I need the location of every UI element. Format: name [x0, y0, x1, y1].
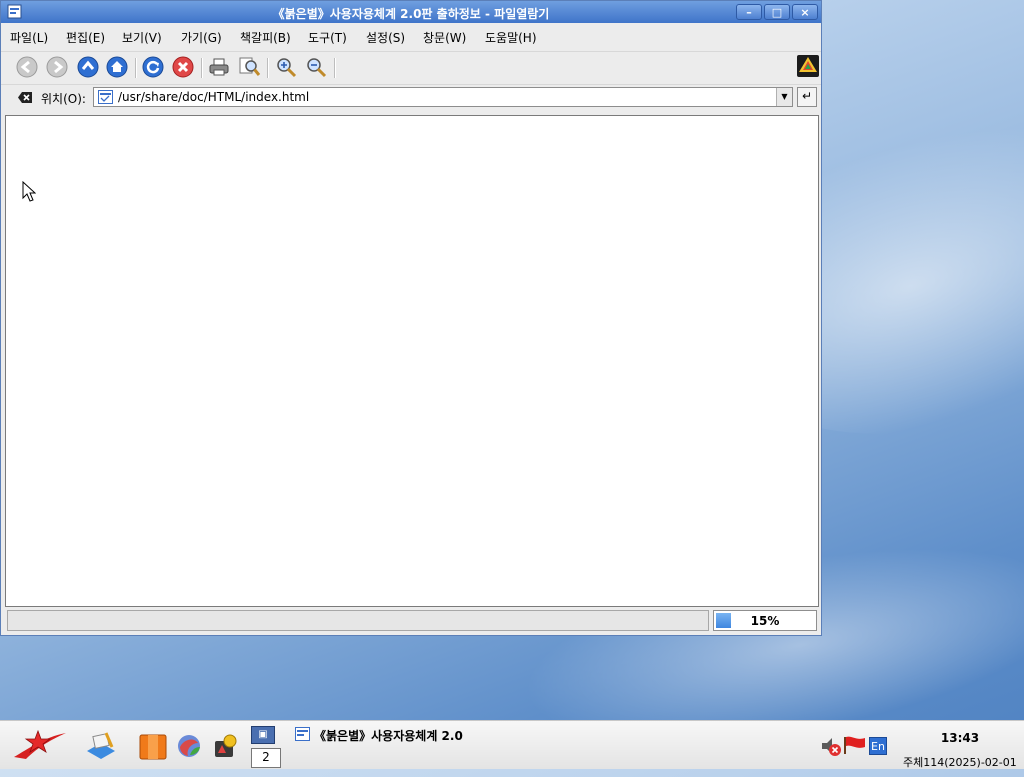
minimize-button[interactable]: – — [736, 4, 762, 20]
toolbar-separator — [135, 58, 137, 78]
back-button[interactable] — [15, 55, 41, 81]
back-icon — [16, 56, 38, 78]
reload-button[interactable] — [141, 55, 167, 81]
location-bar: 위치(O): /usr/share/doc/HTML/index.html ▼ … — [1, 85, 821, 111]
window-title: 《붉은별》사용자용체계 2.0판 출하정보 - 파일열람기 — [272, 7, 550, 21]
location-dropdown-button[interactable]: ▼ — [776, 88, 792, 106]
flag-tray-button[interactable] — [843, 735, 867, 755]
app-logo-icon — [799, 57, 817, 72]
menu-view[interactable]: 보기(V) — [122, 29, 162, 46]
reload-icon — [142, 56, 164, 78]
zoom-in-button[interactable] — [274, 55, 300, 81]
up-button[interactable] — [76, 55, 102, 81]
media-player-icon — [215, 734, 237, 757]
stop-icon — [172, 56, 194, 78]
toolbar-separator — [201, 58, 203, 78]
stop-button[interactable] — [171, 55, 197, 81]
forward-button[interactable] — [45, 55, 71, 81]
status-bar: 15% — [1, 608, 821, 635]
clear-location-icon[interactable] — [17, 91, 33, 104]
go-icon: ↵ — [801, 89, 813, 103]
pager-desktop-number[interactable]: 2 — [251, 748, 281, 768]
menu-go[interactable]: 가기(G) — [181, 29, 222, 46]
volume-tray-button[interactable] — [820, 735, 842, 757]
status-text — [7, 610, 709, 631]
menu-edit[interactable]: 편집(E) — [66, 29, 105, 46]
print-icon — [209, 58, 229, 76]
menu-file[interactable]: 파일(L) — [10, 29, 48, 46]
go-button[interactable]: ↵ — [797, 87, 817, 107]
find-icon — [239, 57, 261, 76]
keyboard-layout-indicator[interactable]: En — [869, 737, 887, 755]
location-label: 위치(O): — [41, 92, 86, 106]
muted-speaker-icon — [822, 738, 841, 756]
menu-settings[interactable]: 설정(S) — [366, 29, 405, 46]
pager-window-icon: ▣ — [258, 729, 268, 740]
main-toolbar — [1, 51, 821, 85]
home-button[interactable] — [105, 55, 131, 81]
location-input[interactable]: /usr/share/doc/HTML/index.html ▼ — [93, 87, 793, 107]
zoom-in-icon — [277, 58, 297, 78]
maximize-button[interactable]: □ — [764, 4, 790, 20]
web-browser-icon — [178, 735, 200, 757]
close-button[interactable]: × — [792, 4, 818, 20]
loading-progress: 15% — [713, 610, 817, 631]
clock[interactable]: 13:43 — [930, 731, 990, 745]
office-launcher[interactable] — [138, 731, 168, 761]
task-window-icon — [295, 727, 310, 741]
page-content-area[interactable] — [5, 115, 819, 607]
mouse-cursor-icon — [22, 181, 36, 202]
browser-launcher[interactable] — [176, 733, 202, 759]
menu-tools[interactable]: 도구(T) — [308, 29, 347, 46]
forward-icon — [46, 56, 68, 78]
office-suite-icon — [139, 734, 167, 760]
red-star-logo-icon — [14, 729, 66, 759]
desktop-pager[interactable]: ▣ 2 — [251, 726, 281, 768]
title-bar[interactable]: 《붉은별》사용자용체계 2.0판 출하정보 - 파일열람기 – □ × — [1, 1, 821, 23]
up-icon — [77, 56, 99, 78]
toolbar-separator — [334, 58, 336, 78]
desktop-launcher[interactable] — [84, 729, 118, 761]
zoom-out-icon — [307, 58, 327, 78]
menu-help[interactable]: 도움말(H) — [485, 29, 537, 46]
print-button[interactable] — [207, 55, 233, 81]
red-flag-icon — [844, 736, 865, 754]
menu-bar: 파일(L) 편집(E) 보기(V) 가기(G) 책갈피(B) 도구(T) 설정(… — [1, 24, 821, 48]
file-viewer-window: 《붉은별》사용자용체계 2.0판 출하정보 - 파일열람기 – □ × 파일(L… — [0, 0, 822, 636]
taskbar: ▣ 2 《붉은별》사용자용체계 2.0 En 13:43 주체114(2025)… — [0, 720, 1024, 769]
home-icon — [106, 56, 128, 78]
task-window-label: 《붉은별》사용자용체계 2.0 — [314, 729, 463, 743]
progress-label: 15% — [750, 614, 780, 628]
menu-window[interactable]: 창문(W) — [423, 29, 466, 46]
menu-bookmarks[interactable]: 책갈피(B) — [240, 29, 291, 46]
location-value: /usr/share/doc/HTML/index.html — [118, 90, 310, 104]
media-player-launcher[interactable] — [212, 733, 238, 761]
taskbar-window-entry[interactable]: 《붉은별》사용자용체계 2.0 — [292, 725, 492, 749]
start-menu-button[interactable] — [8, 727, 70, 763]
page-favicon-icon — [98, 90, 113, 104]
find-button[interactable] — [237, 55, 263, 81]
pager-desktop-1[interactable]: ▣ — [251, 726, 275, 744]
desktop-icon — [87, 732, 115, 759]
zoom-out-button[interactable] — [304, 55, 330, 81]
toolbar-separator — [267, 58, 269, 78]
app-logo-button[interactable] — [797, 55, 819, 77]
